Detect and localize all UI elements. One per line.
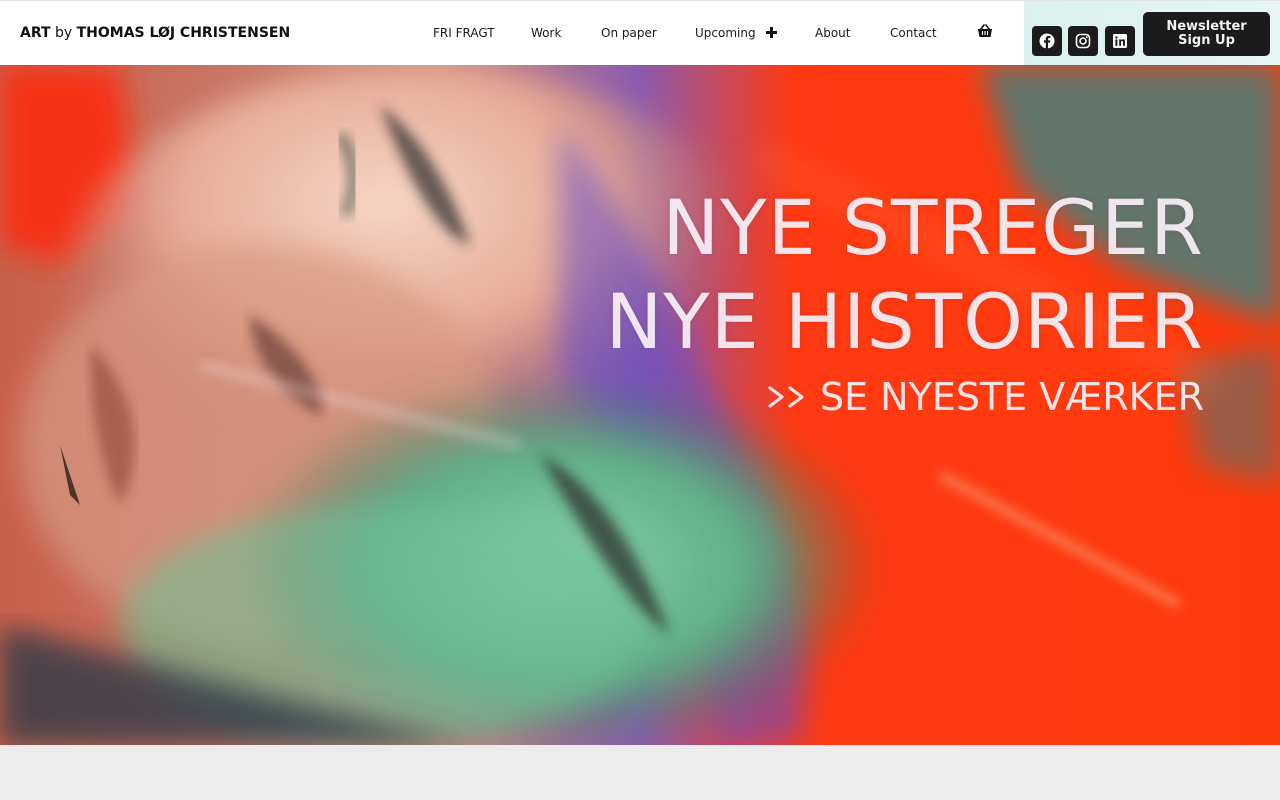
newsletter-signup-button[interactable]: Newsletter Sign Up [1143,12,1270,56]
brand-art: ART [20,25,51,41]
brand-by: by [55,25,73,41]
plus-icon[interactable] [765,27,777,38]
hero-headline-line-1: NYE STREGER [662,183,1204,272]
hero-headline-line-2: NYE HISTORIER [605,277,1204,366]
linkedin-button[interactable] [1105,26,1135,56]
site-logo[interactable]: ART by THOMAS LØJ CHRISTENSEN [20,25,290,41]
instagram-icon [1075,33,1091,49]
facebook-button[interactable] [1032,26,1062,56]
basket-icon[interactable] [977,24,993,38]
nav-item-on-paper[interactable]: On paper [601,26,657,40]
linkedin-icon [1113,34,1127,48]
nav-item-upcoming[interactable]: Upcoming [695,26,777,40]
nav-item-contact[interactable]: Contact [890,26,937,40]
nav-item-fri-fragt[interactable]: FRI FRAGT [433,26,495,40]
nav-item-upcoming-label: Upcoming [695,26,756,40]
hero-cta-link[interactable]: SE NYESTE VÆRKER [766,375,1204,419]
nav-item-work[interactable]: Work [531,26,561,40]
hero-banner[interactable]: NYE STREGER NYE HISTORIER SE NYESTE VÆRK… [0,65,1280,745]
hero-cta-label: SE NYESTE VÆRKER [819,375,1204,419]
site-header: ART by THOMAS LØJ CHRISTENSEN FRI FRAGT … [0,0,1280,66]
instagram-button[interactable] [1068,26,1098,56]
double-chevron-right-icon [768,386,804,408]
brand-artist-name: THOMAS LØJ CHRISTENSEN [76,25,291,41]
nav-item-about[interactable]: About [815,26,850,40]
facebook-icon [1039,33,1055,49]
